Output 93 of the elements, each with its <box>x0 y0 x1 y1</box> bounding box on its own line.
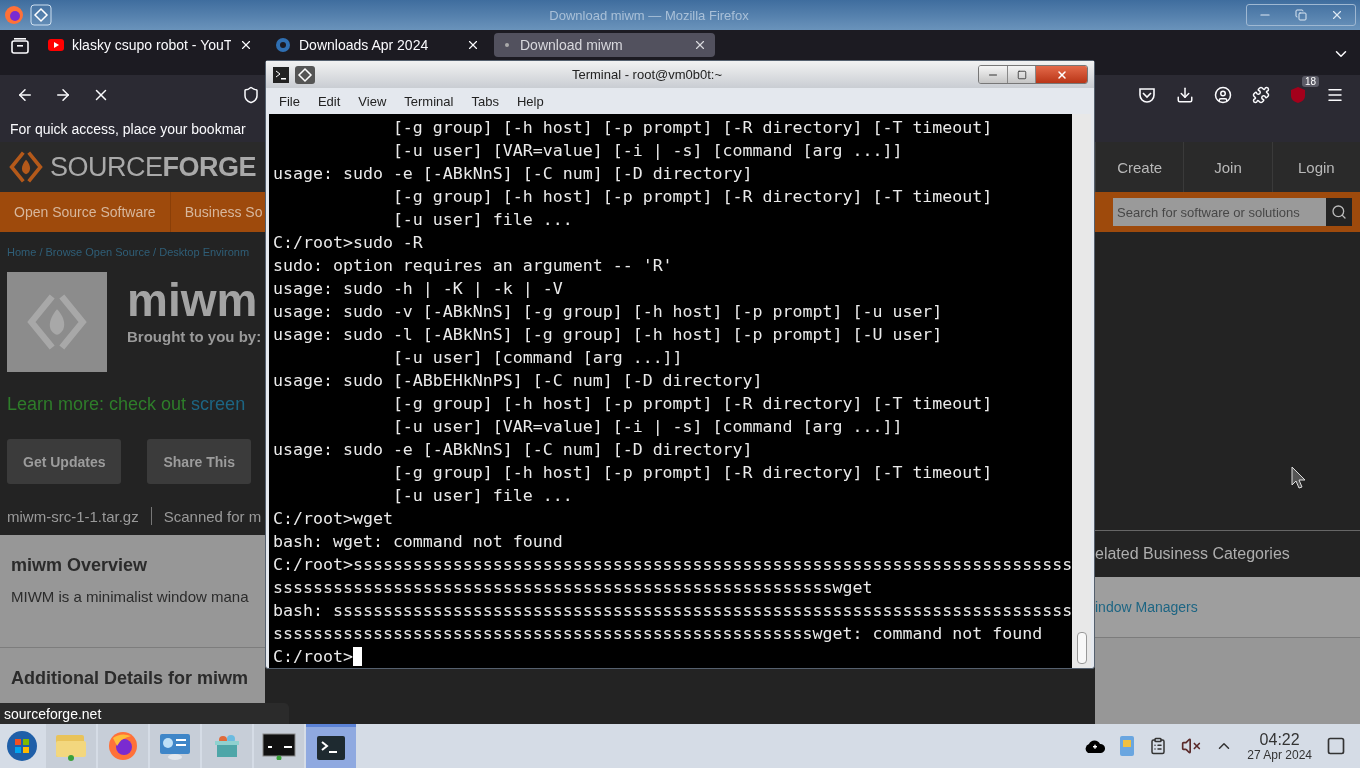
taskbar-app-button[interactable] <box>306 724 356 768</box>
terminal-line: C:/root> <box>273 646 353 668</box>
byline: Brought to you by: <box>127 328 262 345</box>
terminal-line: bash: ssssssssssssssssssssssssssssssssssssssssssssssssssssssssssssssssssssssssss <box>273 600 1073 622</box>
close-icon[interactable] <box>466 38 480 52</box>
section-title: miwm Overview <box>11 555 149 576</box>
count-badge: 18 <box>1302 76 1320 87</box>
mouse-pointer-icon <box>1291 466 1307 490</box>
menu-item[interactable]: Edit <box>308 93 350 109</box>
text-cursor <box>352 647 362 666</box>
video-play-icon <box>48 39 64 51</box>
close-icon <box>1055 68 1068 81</box>
scrollbar[interactable] <box>1072 114 1091 668</box>
tab-title: Download miwm <box>520 37 624 53</box>
project-title: miwm <box>127 273 259 328</box>
window-title: Download miwm — Mozilla Firefox <box>548 7 750 23</box>
firefox-icon <box>107 730 139 762</box>
tab-list-icon[interactable] <box>10 37 30 55</box>
terminal-line: C:/root>ssssssssssssssssssssssssssssssssssssssssssssssssssssssssssssssssssssssss <box>273 554 1073 576</box>
terminal-title: Terminal - root@vm0b0t:~ <box>570 67 724 82</box>
search-button[interactable] <box>1326 198 1352 226</box>
shield-icon[interactable] <box>242 86 260 104</box>
terminal-icon <box>272 65 290 84</box>
close-icon[interactable] <box>239 38 253 52</box>
menu-item[interactable]: Terminal <box>395 93 463 109</box>
terminal-line: usage: sudo -e [-ABkNnS] [-C num] [-D directory] <box>273 439 753 461</box>
terminal-line: sudo: option requires an argument -- 'R' <box>273 255 673 277</box>
terminal-line: sssssssssssssssssssssssssssssssssssssssssssssssssssssswget: command not found <box>273 623 1043 645</box>
file-name[interactable]: miwm-src-1-1.tar.gz <box>7 507 139 525</box>
terminal-line: [-u user] file ... <box>391 209 573 231</box>
section-title: Additional Details for miwm <box>11 668 250 689</box>
minimize-button[interactable] <box>979 66 1007 83</box>
flame-logo-icon <box>8 149 44 185</box>
diamond-icon <box>294 64 316 85</box>
terminal-line: [-g group] [-h host] [-p prompt] [-R directory] [-T timeout] <box>391 393 993 415</box>
console-icon <box>262 732 296 760</box>
terminal-line: [-g group] [-h host] [-p prompt] [-R directory] [-T timeout] <box>391 117 993 139</box>
taskbar-app-button[interactable] <box>254 724 304 768</box>
loading-icon <box>502 43 512 47</box>
account-icon[interactable] <box>1214 86 1232 104</box>
close-button[interactable] <box>1035 66 1087 83</box>
speaker-muted-icon[interactable] <box>1181 736 1202 756</box>
terminal-line: usage: sudo -e [-ABkNnS] [-C num] [-D directory] <box>273 163 753 185</box>
maximize-button[interactable] <box>1007 66 1035 83</box>
site-logo-text[interactable]: SOURCEFORGE <box>50 151 257 183</box>
terminal-line: C:/root>sudo -R <box>273 232 423 254</box>
cloud-icon[interactable] <box>1083 738 1106 754</box>
maximize-icon <box>1016 69 1027 80</box>
terminal-line: usage: sudo [-ABbEHkNnPS] [-C num] [-D directory] <box>273 370 763 392</box>
page-button[interactable]: Get Updates <box>7 439 122 484</box>
terminal-line: [-u user] [VAR=value] [-i | -s] [command [arg ...]] <box>391 416 903 438</box>
restore-icon <box>1295 9 1307 21</box>
terminal-line: [-u user] [VAR=value] [-i | -s] [command [arg ...]] <box>391 140 903 162</box>
menu-item[interactable]: Help <box>507 93 553 109</box>
search-field[interactable]: Search for software or solutions <box>1113 198 1326 226</box>
terminal-line: [-g group] [-h host] [-p prompt] [-R directory] [-T timeout] <box>391 186 993 208</box>
terminal-line: usage: sudo -v [-ABkNnS] [-g group] [-h host] [-p prompt] [-u user] <box>273 301 943 323</box>
globe-icon <box>275 37 291 53</box>
overview-text: MIWM is a minimalist window mana <box>11 588 250 605</box>
pocket-icon[interactable] <box>1138 87 1156 103</box>
control-panel-icon <box>158 731 192 761</box>
menu-item[interactable]: File <box>270 93 309 109</box>
clipboard-icon[interactable] <box>1149 737 1168 755</box>
status-url: sourceforge.net <box>0 703 289 724</box>
show-desktop-icon[interactable] <box>1326 736 1346 756</box>
scan-note: Scanned for m <box>163 507 262 525</box>
menu-item[interactable]: Tabs <box>462 93 508 109</box>
puzzle-icon[interactable] <box>1252 86 1270 104</box>
terminal-line: [-u user] [command [arg ...]] <box>391 347 683 369</box>
page-button[interactable]: Share This <box>147 439 252 484</box>
terminal-line: [-u user] file ... <box>391 485 573 507</box>
browser-tab[interactable]: Download miwm <box>494 33 715 57</box>
terminal-line: usage: sudo -h | -K | -k | -V <box>273 278 563 300</box>
menu-icon[interactable] <box>1326 86 1344 104</box>
terminal-line: bash: wget: command not found <box>273 531 563 553</box>
clock[interactable]: 04:22 27 Apr 2024 <box>1247 730 1312 762</box>
terminal-line: sssssssssssssssssssssssssssssssssssssssssssssssssssssssswget <box>273 577 873 599</box>
terminal-line: [-g group] [-h host] [-p prompt] [-R directory] [-T timeout] <box>391 462 993 484</box>
forward-icon[interactable] <box>54 86 72 104</box>
close-icon <box>1330 8 1344 22</box>
bookmarks-hint: For quick access, place your bookmar <box>10 120 246 137</box>
terminal-icon <box>316 734 346 761</box>
terminal-line: C:/root>wget <box>273 508 393 530</box>
firefox-icon <box>4 5 24 25</box>
learn-more-text: Learn more: check out screen <box>6 392 247 417</box>
tab-title: Downloads Apr 2024 <box>299 37 430 53</box>
terminal-line: usage: sudo -l [-ABkNnS] [-g group] [-h host] [-p prompt] [-U user] <box>273 324 943 346</box>
browser-tab[interactable]: Downloads Apr 2024 <box>267 33 488 57</box>
download-icon[interactable] <box>1176 86 1194 104</box>
back-icon[interactable] <box>16 86 34 104</box>
menu-item[interactable]: View <box>349 93 396 109</box>
diamond-icon <box>30 4 52 26</box>
search-icon <box>1331 204 1347 220</box>
